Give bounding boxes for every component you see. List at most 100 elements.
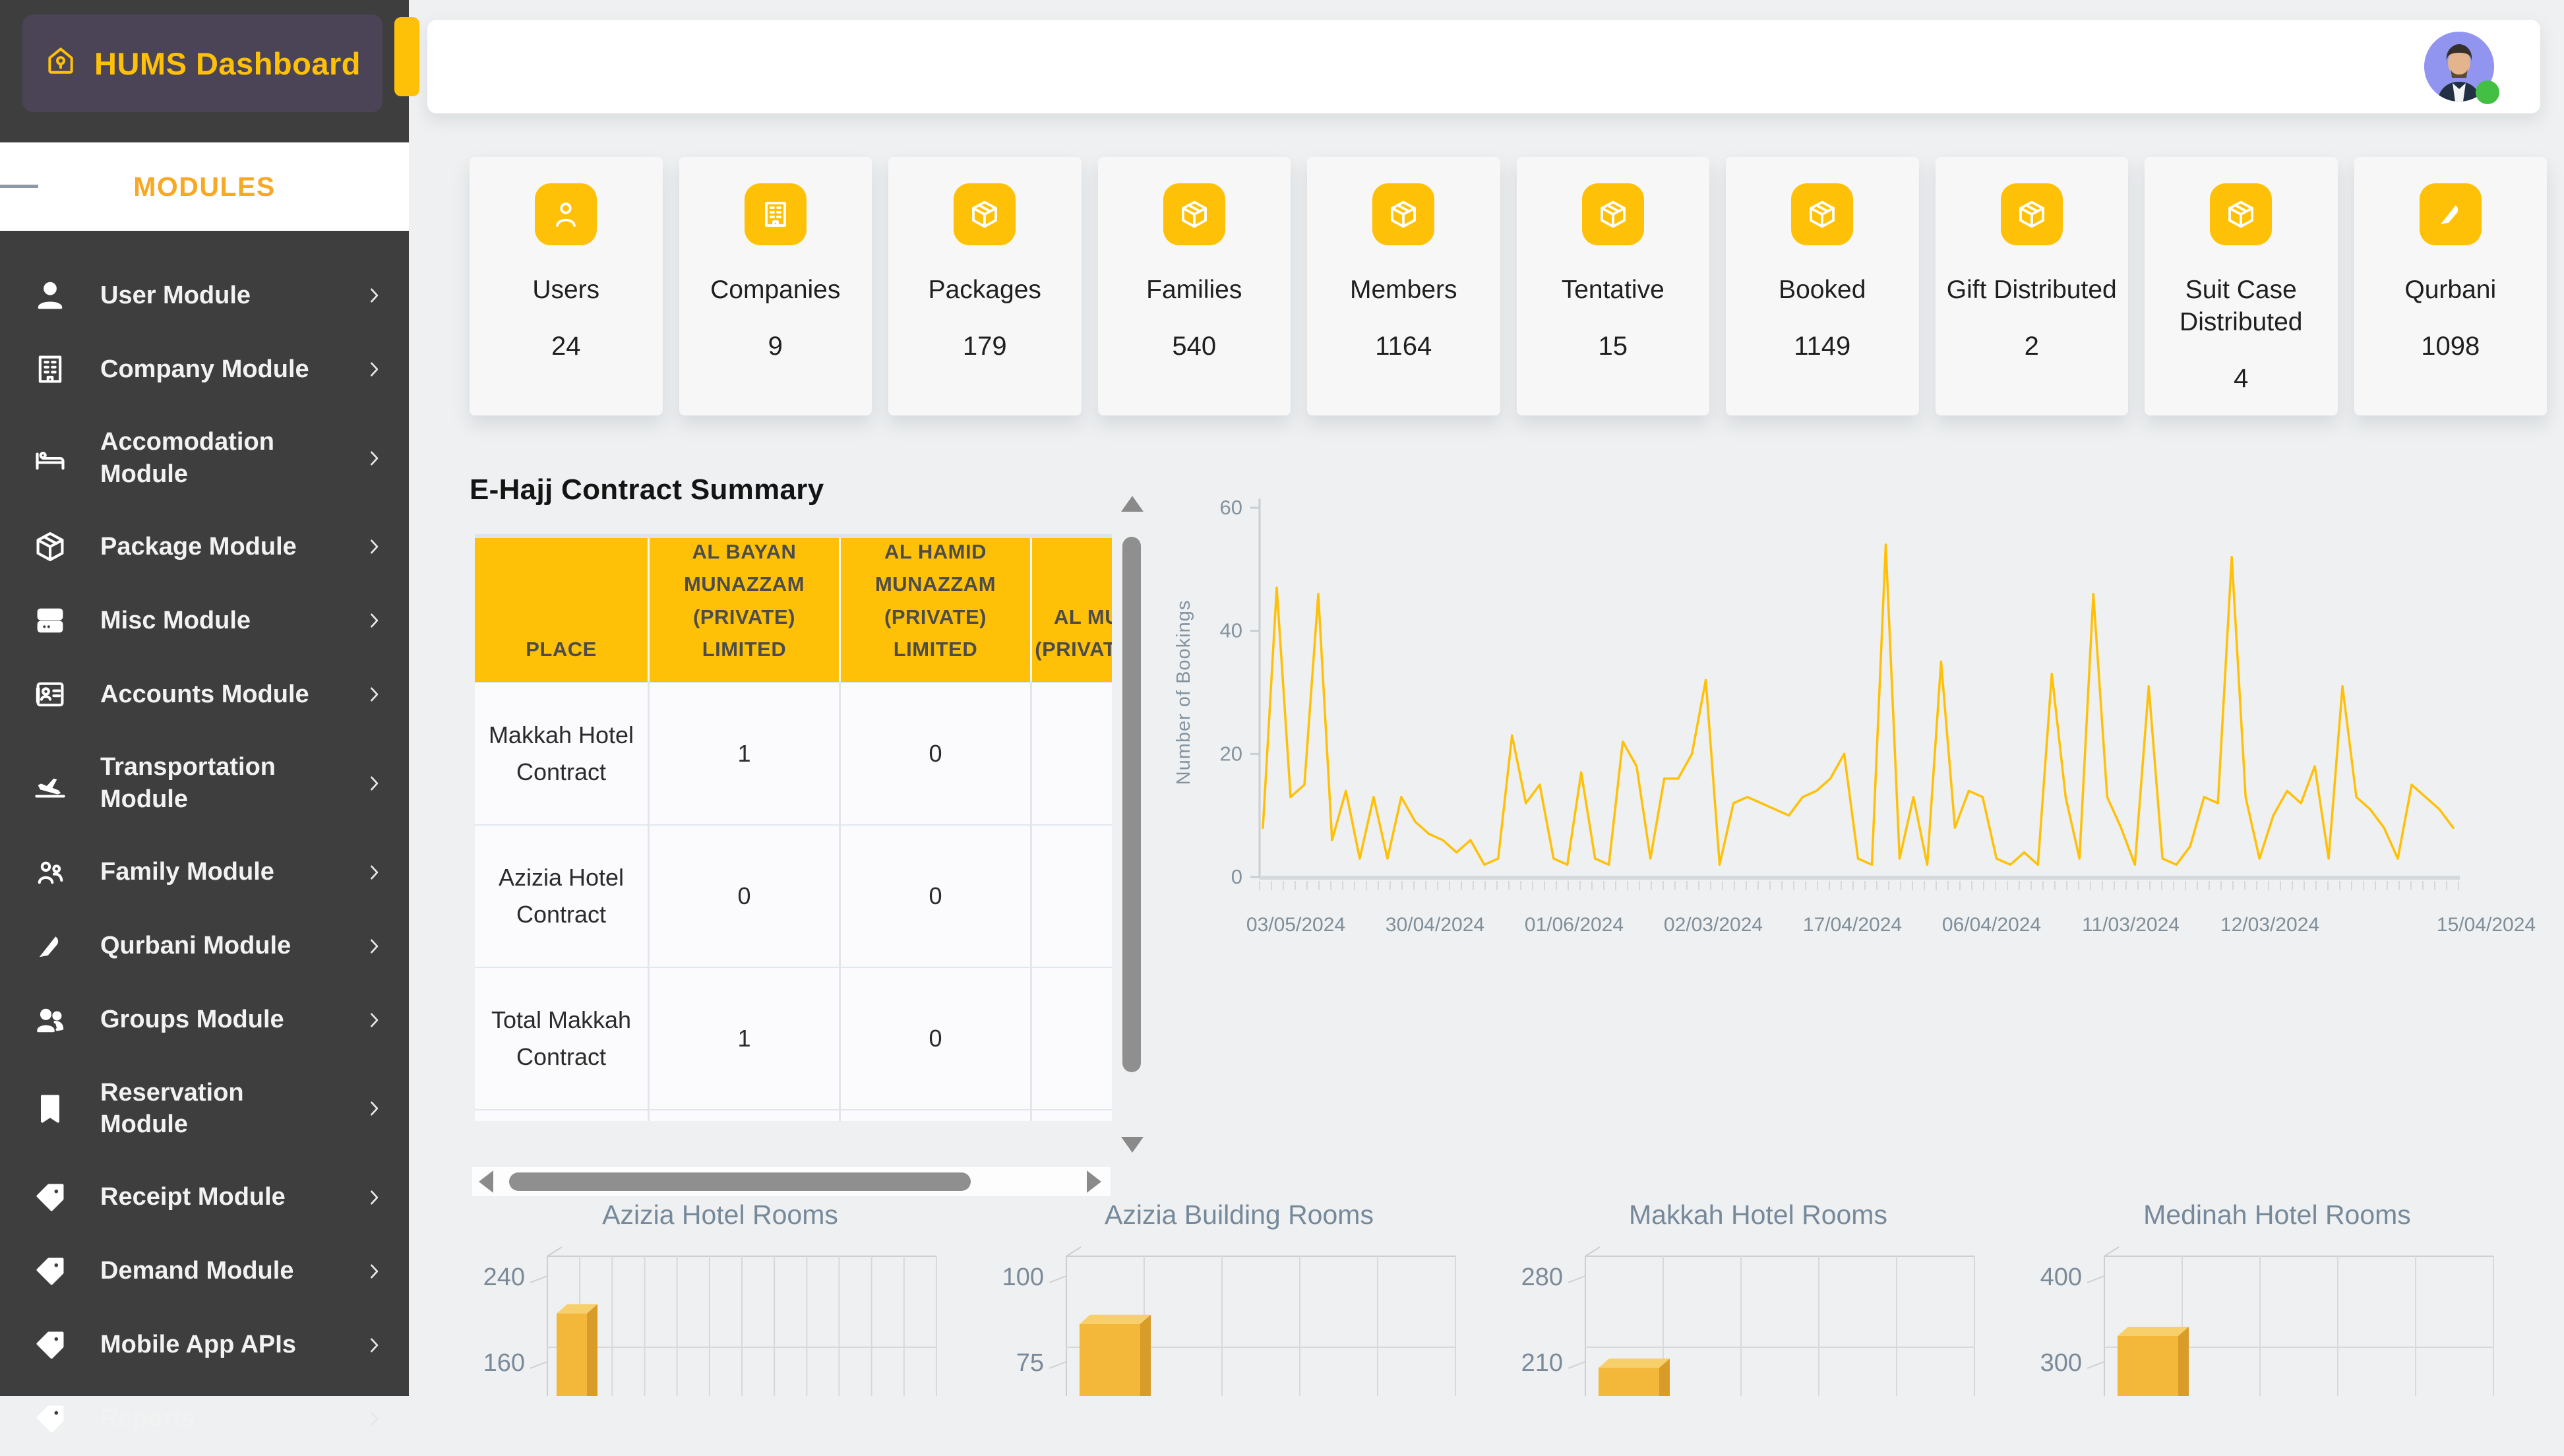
sidebar-item-reservation-module[interactable]: Reservation Module [0,1057,409,1161]
svg-text:210: 210 [1521,1349,1563,1377]
sidebar-item-mobile-app-apis[interactable]: Mobile App APIs [0,1308,409,1382]
sidebar-item-reports[interactable]: Reports [0,1382,409,1456]
svg-text:400: 400 [2040,1263,2082,1291]
svg-text:17/04/2024: 17/04/2024 [1803,914,1902,936]
table-cell-value: 0 [841,683,1032,824]
svg-text:0: 0 [1231,865,1242,888]
box-icon [969,198,1000,230]
chevron-right-icon [363,861,385,884]
sidebar-item-label: Accounts Module [100,679,332,711]
room-bar-chart: 280210 [1508,1243,2009,1396]
user-icon [33,278,67,313]
contract-summary-panel: E-Hajj Contract Summary PLACEAL BAYAN MU… [470,473,1149,1204]
bookmark-icon [33,1091,67,1126]
chevron-right-icon [363,683,385,706]
modules-heading-strip: MODULES [0,142,409,231]
stat-card-value: 1098 [2354,332,2548,361]
stat-card-packages[interactable]: Packages179 [888,157,1082,415]
room-charts-row: Azizia Hotel Rooms240160 Azizia Building … [470,1187,2553,1399]
stat-cards-row: Users 24 Companies9Packages179Families540M… [470,157,2547,415]
topbar [427,20,2540,113]
svg-text:75: 75 [1016,1349,1044,1377]
contract-summary-title: E-Hajj Contract Summary [470,473,1149,506]
svg-text:20: 20 [1220,742,1242,765]
table-cell-value [1032,683,1112,824]
table-cell-value: 2 [650,1110,841,1121]
chevron-right-icon [363,1260,385,1283]
chevron-right-icon [363,447,385,470]
table-vertical-scroll-down-arrow[interactable] [1121,1137,1144,1153]
sidebar-toggle-button[interactable] [394,17,419,96]
stat-card-label: Families [1098,274,1291,307]
user-outline-icon [550,198,582,230]
room-chart-medinah-hotel-rooms: Medinah Hotel Rooms400300 [2027,1187,2528,1399]
bookings-line-chart: 6040200Number of Bookings03/05/202430/04… [1161,462,2552,976]
table-cell-value: 1 [650,968,841,1109]
sidebar-item-transportation-module[interactable]: Transportation Module [0,731,409,835]
stat-card-tentative[interactable]: Tentative15 [1517,157,1710,415]
sidebar-item-label: Reports [100,1403,332,1435]
bookings-line-chart-panel: 6040200Number of Bookings03/05/202430/04… [1161,462,2552,976]
sidebar-item-label: Package Module [100,531,332,563]
table-cell-value: 1 [841,1110,1032,1121]
sidebar: HUMS Dashboard MODULES User ModuleCompan… [0,0,409,1396]
stat-card-booked[interactable]: Booked1149 [1726,157,1919,415]
table-vertical-scrollbar-thumb[interactable] [1122,537,1141,1072]
tag-icon [33,1328,67,1362]
modules-dash [0,185,38,188]
stat-card-suit-case-distributed[interactable]: Suit Case Distributed 4 [2145,157,2338,415]
room-bar-chart: 10075 [989,1243,1490,1396]
brand[interactable]: HUMS Dashboard [22,15,382,112]
sidebar-item-misc-module[interactable]: Misc Module [0,584,409,657]
sidebar-item-groups-module[interactable]: Groups Module [0,983,409,1057]
room-chart-title: Makkah Hotel Rooms [1508,1187,2009,1243]
chevron-right-icon [363,935,385,957]
sidebar-item-demand-module[interactable]: Demand Module [0,1234,409,1308]
home-icon [44,44,77,76]
sidebar-item-receipt-module[interactable]: Receipt Module [0,1161,409,1234]
stat-card-companies[interactable]: Companies9 [679,157,872,415]
sidebar-item-accounts-module[interactable]: Accounts Module [0,657,409,731]
table-vertical-scroll-up-arrow[interactable] [1121,496,1144,512]
table-column-header: AL MUNAZZAM (PRIVATE) LIMITED [1032,538,1112,682]
svg-text:30/04/2024: 30/04/2024 [1386,914,1484,936]
stat-card-value: 1164 [1307,332,1500,361]
stat-card-value: 179 [888,332,1082,361]
room-bar-chart: 240160 [470,1243,971,1396]
table-column-header: AL HAMID MUNAZZAM (PRIVATE) LIMITED [841,538,1032,682]
room-chart-title: Azizia Building Rooms [989,1187,1490,1243]
stat-card-families[interactable]: Families540 [1098,157,1291,415]
room-chart-makkah-hotel-rooms: Makkah Hotel Rooms280210 [1508,1187,2009,1399]
svg-text:11/03/2024: 11/03/2024 [2082,914,2180,936]
stat-card-gift-distributed[interactable]: Gift Distributed2 [1936,157,2129,415]
sidebar-item-user-module[interactable]: User Module [0,258,409,332]
stat-card-users[interactable]: Users 24 [470,157,663,415]
sidebar-item-label: Family Module [100,856,332,888]
knife-icon [2435,198,2466,230]
brand-title: HUMS Dashboard [94,46,361,82]
contract-summary-table-viewport: PLACEAL BAYAN MUNAZZAM (PRIVATE) LIMITED… [475,534,1112,1121]
svg-text:02/03/2024: 02/03/2024 [1664,914,1763,936]
sidebar-item-company-module[interactable]: Company Module [0,332,409,406]
box-icon [1388,198,1419,230]
stat-card-label: Users [470,274,663,307]
chevron-right-icon [363,1097,385,1120]
group-icon [33,1003,67,1037]
stat-card-value: 24 [470,332,663,361]
building-icon [760,198,791,230]
svg-text:40: 40 [1220,619,1242,642]
stat-card-value: 1149 [1726,332,1919,361]
modules-heading: MODULES [133,171,276,202]
stat-card-members[interactable]: Members1164 [1307,157,1500,415]
sidebar-item-package-module[interactable]: Package Module [0,510,409,584]
sidebar-item-family-module[interactable]: Family Module [0,835,409,909]
sidebar-item-accomodation-module[interactable]: Accomodation Module [0,406,409,510]
sidebar-item-qurbani-module[interactable]: Qurbani Module [0,909,409,983]
stat-card-value: 4 [2145,364,2338,394]
room-chart-azizia-hotel-rooms: Azizia Hotel Rooms240160 [470,1187,971,1399]
sidebar-item-label: Mobile App APIs [100,1329,332,1361]
stat-card-qurbani[interactable]: Qurbani 1098 [2354,157,2548,415]
table-row: Makkah Hotel Contract10 [475,682,1112,824]
stat-card-label: Qurbani [2354,274,2548,307]
stat-card-label: Suit Case Distributed [2145,274,2338,339]
